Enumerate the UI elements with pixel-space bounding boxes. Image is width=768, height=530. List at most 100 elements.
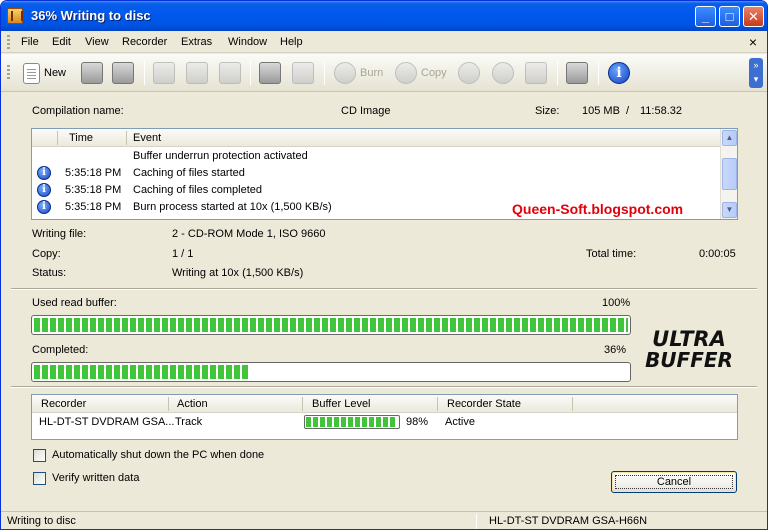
col-recorder[interactable]: Recorder (41, 398, 86, 410)
properties-icon (259, 62, 281, 84)
cut-button[interactable] (153, 60, 175, 86)
save-icon (112, 62, 134, 84)
copy-label: Copy (421, 67, 447, 79)
properties-button[interactable] (259, 60, 281, 86)
completed-label: Completed: (32, 344, 89, 356)
log-event: Caching of files completed (133, 184, 263, 196)
paste-button[interactable] (219, 60, 241, 86)
toolbar-separator (557, 61, 558, 85)
cut-icon (153, 62, 175, 84)
new-button[interactable]: New (23, 60, 66, 86)
copy-count-label: Copy: (32, 248, 61, 260)
info-icon: i (37, 166, 51, 180)
toolbar: New Burn Copy i » ▾ (1, 54, 767, 92)
disc-info-button[interactable] (458, 60, 480, 86)
menu-close-icon[interactable]: × (749, 34, 757, 50)
recorder-table-header: Recorder Action Buffer Level Recorder St… (32, 395, 737, 413)
menu-extras[interactable]: Extras (181, 36, 212, 48)
burn-label: Burn (360, 67, 384, 79)
save-button[interactable] (112, 60, 134, 86)
log-row[interactable]: Buffer underrun protection activated (32, 148, 720, 165)
log-header: Time Event (32, 129, 720, 147)
size-value: 105 MB (582, 105, 620, 117)
burn-button[interactable]: Burn (334, 60, 383, 86)
column-separator[interactable] (302, 397, 303, 411)
menu-view[interactable]: View (85, 36, 109, 48)
section-divider (11, 288, 757, 290)
scroll-up-icon[interactable]: ▲ (722, 130, 737, 146)
size-label: Size: (535, 105, 560, 117)
status-label: Status: (32, 267, 67, 279)
scroll-thumb[interactable] (722, 158, 737, 190)
ultra-buffer-logo: ULTRA BUFFER (645, 327, 733, 370)
column-separator[interactable] (57, 131, 58, 145)
new-document-icon (23, 62, 40, 84)
completed-percent: 36% (604, 344, 627, 356)
info-button[interactable]: i (608, 60, 630, 86)
completed-progress-bar (31, 362, 631, 382)
info-icon: i (608, 62, 630, 84)
compilation-name-label: Compilation name: (32, 105, 124, 117)
shutdown-checkbox[interactable] (33, 449, 46, 462)
total-time-value: 0:00:05 (699, 248, 736, 260)
open-button[interactable] (81, 60, 103, 86)
statusbar-left: Writing to disc (7, 515, 76, 527)
erase-button[interactable] (525, 60, 547, 86)
column-separator[interactable] (437, 397, 438, 411)
column-separator[interactable] (126, 131, 127, 145)
info-icon: i (37, 183, 51, 197)
main-content: Compilation name: CD Image Size: 105 MB … (7, 93, 761, 511)
log-col-time[interactable]: Time (69, 132, 93, 144)
column-separator[interactable] (168, 397, 169, 411)
log-event: Caching of files started (133, 167, 245, 179)
copy-count-value: 1 / 1 (172, 248, 194, 260)
compilation-name-value: CD Image (341, 105, 391, 117)
log-scrollbar[interactable]: ▲ ▼ (720, 129, 737, 219)
maximize-button[interactable]: □ (719, 6, 740, 27)
writing-window: 36% Writing to disc _ □ ✕ File Edit View… (0, 0, 768, 530)
recorder-table[interactable]: Recorder Action Buffer Level Recorder St… (31, 394, 738, 440)
minimize-button[interactable]: _ (695, 6, 716, 27)
new-label: New (44, 67, 67, 79)
copy-button[interactable] (186, 60, 208, 86)
toolbar-overflow-icon[interactable]: » ▾ (749, 58, 763, 88)
col-action[interactable]: Action (177, 398, 208, 410)
verify-label[interactable]: Verify written data (52, 472, 139, 484)
eject-button[interactable] (492, 60, 514, 86)
column-separator[interactable] (572, 397, 573, 411)
verify-checkbox[interactable] (33, 472, 46, 485)
recorder-name: HL-DT-ST DVDRAM GSA... (39, 416, 175, 428)
toolbar-separator (144, 61, 145, 85)
disc-info-icon (458, 62, 480, 84)
col-recorder-state[interactable]: Recorder State (447, 398, 521, 410)
burn-icon (334, 62, 356, 84)
log-time: 5:35:18 PM (65, 201, 122, 213)
edit-button[interactable] (292, 60, 314, 86)
menu-window[interactable]: Window (228, 36, 267, 48)
log-event: Burn process started at 10x (1,500 KB/s) (133, 201, 332, 213)
recorder-buffer-fill (306, 417, 397, 427)
status-value: Writing at 10x (1,500 KB/s) (172, 267, 304, 279)
log-row[interactable]: i 5:35:18 PM Caching of files completed (32, 182, 720, 199)
scroll-down-icon[interactable]: ▼ (722, 202, 737, 218)
title-bar[interactable]: 36% Writing to disc _ □ ✕ (1, 1, 767, 31)
menu-help[interactable]: Help (280, 36, 303, 48)
close-button[interactable]: ✕ (743, 6, 764, 27)
drives-icon (566, 62, 588, 84)
cancel-button[interactable]: Cancel (611, 471, 737, 493)
shutdown-label[interactable]: Automatically shut down the PC when done (52, 449, 264, 461)
buffer-progress-bar (31, 315, 631, 335)
buffer-percent: 100% (602, 297, 631, 309)
menu-bar: File Edit View Recorder Extras Window He… (1, 31, 767, 53)
menu-edit[interactable]: Edit (52, 36, 71, 48)
menu-recorder[interactable]: Recorder (122, 36, 167, 48)
menu-file[interactable]: File (21, 36, 39, 48)
watermark: Queen-Soft.blogspot.com (512, 201, 684, 217)
copy-disc-button[interactable]: Copy (395, 60, 447, 86)
log-row[interactable]: i 5:35:18 PM Caching of files started (32, 165, 720, 182)
drives-button[interactable] (566, 60, 588, 86)
log-col-event[interactable]: Event (133, 132, 161, 144)
col-buffer-level[interactable]: Buffer Level (312, 398, 371, 410)
log-event: Buffer underrun protection activated (133, 150, 308, 162)
status-bar: Writing to disc HL-DT-ST DVDRAM GSA-H66N (1, 511, 767, 529)
